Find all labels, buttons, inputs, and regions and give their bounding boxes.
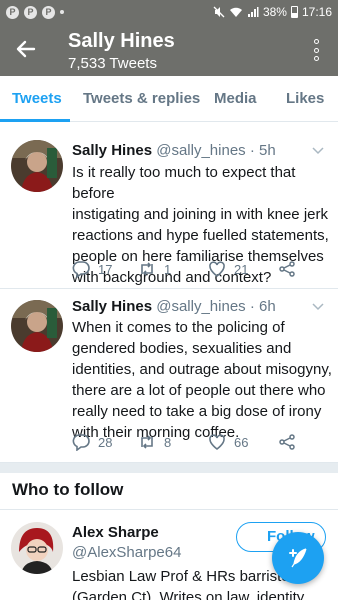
share-button[interactable] <box>278 260 296 278</box>
heart-icon <box>209 261 225 277</box>
wifi-icon <box>229 7 242 17</box>
retweet-button[interactable]: 1 <box>138 260 171 278</box>
notification-icons: P P P <box>6 5 64 19</box>
pinterest-icon: P <box>6 5 19 19</box>
tweet-author-handle[interactable]: @sally_hines <box>156 142 245 159</box>
tab-media[interactable]: Media <box>214 90 257 107</box>
like-button[interactable]: 66 <box>208 433 248 451</box>
like-count: 66 <box>234 434 249 450</box>
tweet-author-name[interactable]: Sally Hines <box>72 142 152 159</box>
tweet-text: When it comes to the policing of gendere… <box>72 319 332 441</box>
like-button[interactable]: 21 <box>208 260 248 278</box>
reply-count: 28 <box>98 434 113 450</box>
tweet-author-handle[interactable]: @sally_hines <box>156 298 245 315</box>
avatar[interactable] <box>11 522 63 574</box>
tweet[interactable]: Sally Hines @sally_hines · 6h When it co… <box>0 289 338 463</box>
clock: 17:16 <box>301 5 332 19</box>
compose-feather-icon <box>289 548 307 568</box>
section-divider <box>0 463 338 473</box>
tweet-timestamp: · 5h <box>249 142 276 159</box>
pinterest-icon: P <box>24 5 37 19</box>
who-to-follow-title: Who to follow <box>12 480 124 499</box>
heart-icon <box>209 434 225 450</box>
pinterest-icon: P <box>42 5 55 19</box>
retweet-icon <box>141 435 153 449</box>
tab-likes[interactable]: Likes <box>286 90 324 107</box>
tweet-author-name[interactable]: Sally Hines <box>72 298 152 315</box>
avatar[interactable] <box>11 140 63 192</box>
suggested-user-name[interactable]: Alex Sharpe <box>72 524 159 541</box>
profile-tabs: Tweets Tweets & replies Media Likes <box>0 76 338 122</box>
reply-icon <box>72 434 90 451</box>
share-icon <box>279 261 295 277</box>
profile-name: Sally Hines <box>68 30 175 52</box>
reply-icon <box>72 261 90 278</box>
chevron-down-icon[interactable] <box>312 147 324 155</box>
back-arrow-icon[interactable] <box>14 37 38 61</box>
suggested-user-handle[interactable]: @AlexSharpe64 <box>72 544 181 561</box>
overflow-menu-icon[interactable] <box>312 39 320 61</box>
reply-button[interactable]: 28 <box>72 433 112 451</box>
share-icon <box>279 434 295 450</box>
profile-header: Sally Hines 7,533 Tweets <box>0 24 338 76</box>
reply-button[interactable]: 17 <box>72 260 112 278</box>
tweet-timestamp: · 6h <box>249 298 276 315</box>
battery-icon <box>290 6 298 18</box>
battery-percent: 38% <box>262 5 287 19</box>
retweet-count: 8 <box>164 434 172 450</box>
reply-count: 17 <box>98 261 113 277</box>
more-notifications-icon <box>60 10 64 14</box>
compose-tweet-button[interactable] <box>272 532 324 584</box>
tweet[interactable]: Sally Hines @sally_hines · 5h Is it real… <box>0 122 338 289</box>
tweet-count: 7,533 Tweets <box>68 55 157 72</box>
retweet-button[interactable]: 8 <box>138 433 171 451</box>
signal-icon <box>247 7 259 17</box>
status-bar: P P P 38% 17:16 <box>0 0 338 24</box>
retweet-count: 1 <box>164 261 172 277</box>
like-count: 21 <box>234 261 249 277</box>
tab-tweets-and-replies[interactable]: Tweets & replies <box>83 90 200 107</box>
avatar[interactable] <box>11 300 63 352</box>
tab-tweets[interactable]: Tweets <box>12 90 62 107</box>
share-button[interactable] <box>278 433 296 451</box>
tweet-actions: 17 1 21 <box>72 260 312 280</box>
tweet-actions: 28 8 66 <box>72 433 312 453</box>
mute-icon <box>213 6 225 18</box>
retweet-icon <box>141 262 153 276</box>
chevron-down-icon[interactable] <box>312 303 324 311</box>
